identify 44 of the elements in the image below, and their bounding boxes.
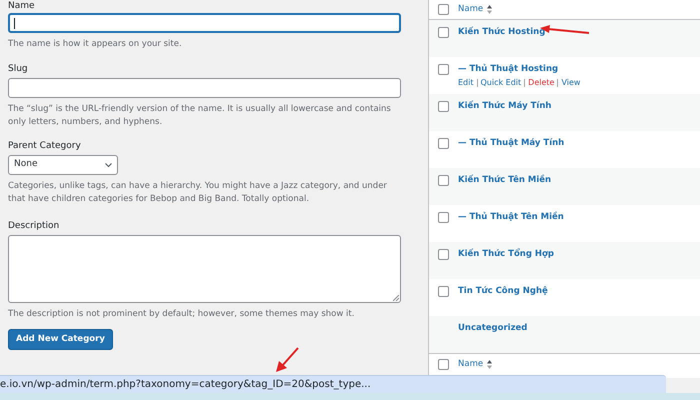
description-textarea[interactable]: [8, 235, 401, 303]
category-link[interactable]: Kiến Thức Hosting: [458, 27, 546, 38]
status-bar-url: e.io.vn/wp-admin/term.php?taxonomy=category&tag_ID=20&post_type...: [0, 375, 666, 393]
category-link[interactable]: Kiến Thức Máy Tính: [458, 101, 552, 112]
sort-icon: [487, 360, 492, 369]
row-checkbox[interactable]: [438, 101, 449, 112]
row-checkbox[interactable]: [438, 249, 449, 260]
row-action-link[interactable]: Delete: [528, 78, 554, 88]
field-hint: The “slug” is the URL-friendly version of the name. It is usually all lowercase and contains only letters, numbers, and hyphens.: [8, 103, 392, 129]
row-checkbox[interactable]: [438, 286, 449, 297]
row-action-link[interactable]: Quick Edit: [480, 78, 522, 88]
slug-input[interactable]: [8, 78, 401, 98]
parent-select[interactable]: None: [8, 155, 118, 175]
resize-handle-icon: [393, 295, 399, 301]
sort-icon: [487, 5, 492, 14]
row-checkbox[interactable]: [438, 359, 449, 370]
field-label: Name: [8, 0, 36, 12]
row-checkbox[interactable]: [438, 212, 449, 223]
row-action-link[interactable]: Edit: [458, 78, 474, 88]
field-hint: The description is not prominent by default; however, some themes may show it.: [8, 308, 356, 321]
field-hint: The name is how it appears on your site.: [8, 38, 183, 51]
field-label: Slug: [8, 63, 29, 75]
annotation-arrow: [276, 347, 300, 373]
add-category-button[interactable]: Add New Category: [8, 329, 113, 350]
category-link[interactable]: Tin Tức Công Nghệ: [458, 286, 548, 297]
category-link[interactable]: Uncategorized: [458, 323, 528, 334]
category-link[interactable]: — Thủ Thuật Máy Tính: [458, 138, 564, 149]
row-checkbox[interactable]: [438, 175, 449, 186]
category-link[interactable]: Kiến Thức Tổng Hợp: [458, 249, 554, 260]
row-action-link[interactable]: View: [561, 78, 580, 88]
category-link[interactable]: — Thủ Thuật Hosting: [458, 64, 580, 75]
column-header[interactable]: Name: [458, 358, 492, 371]
row-checkbox[interactable]: [438, 138, 449, 149]
column-header[interactable]: Name: [458, 3, 492, 16]
name-input[interactable]: [8, 13, 401, 33]
chevron-down-icon: [105, 162, 112, 168]
field-label: Description: [8, 220, 60, 232]
row-checkbox[interactable]: [438, 64, 449, 75]
category-link[interactable]: — Thủ Thuật Tên Miền: [458, 212, 564, 223]
field-hint: Categories, unlike tags, can have a hierarchy. You might have a Jazz category, and under that have children categories for Bebop and Big Band. Totally optional.: [8, 180, 388, 206]
field-label: Parent Category: [8, 140, 82, 152]
row-checkbox[interactable]: [438, 27, 449, 38]
category-link[interactable]: Kiến Thức Tên Miền: [458, 175, 552, 186]
row-checkbox[interactable]: [438, 4, 449, 15]
